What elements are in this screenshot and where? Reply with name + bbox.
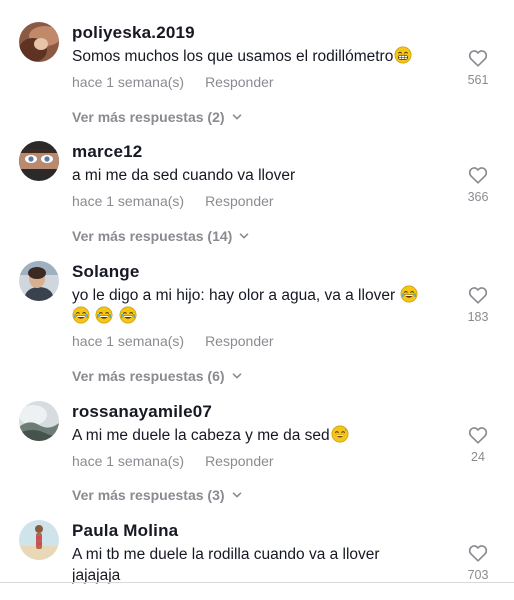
username[interactable]: rossanayamile07 — [72, 401, 212, 423]
comment-meta: hace 1 semana(s) Responder — [72, 452, 274, 470]
tears-of-joy-emoji — [72, 306, 90, 324]
like-count: 561 — [467, 73, 489, 87]
like-count: 24 — [471, 450, 485, 464]
like-button[interactable]: 366 — [464, 164, 492, 204]
comment-meta: hace 1 semana(s) Responder — [72, 192, 274, 210]
like-button[interactable]: 561 — [464, 47, 492, 87]
chevron-down-icon — [231, 489, 243, 501]
reply-button[interactable]: Responder — [205, 74, 274, 90]
reply-button[interactable]: Responder — [205, 333, 274, 349]
comment-meta: hace 1 semana(s) Responder — [72, 332, 274, 350]
like-count: 366 — [467, 190, 489, 204]
heart-icon — [467, 284, 489, 306]
view-more-replies-button[interactable]: Ver más respuestas (2) — [72, 108, 243, 126]
avatar[interactable] — [19, 520, 59, 560]
timestamp: hace 1 semana(s) — [72, 193, 185, 209]
comment-text: A mi tb me duele la rodilla cuando va a … — [72, 546, 380, 584]
comment-text: Somos muchos los que usamos el rodillóme… — [72, 46, 444, 67]
comment-text: yo le digo a mi hijo: hay olor a agua, v… — [72, 285, 444, 327]
heart-icon — [467, 47, 489, 69]
grin-emoji — [394, 46, 412, 64]
chevron-down-icon — [238, 230, 250, 242]
like-button[interactable]: 183 — [464, 284, 492, 324]
username[interactable]: Paula Molina — [72, 520, 178, 542]
avatar[interactable] — [19, 141, 59, 181]
tears-of-joy-emoji — [400, 285, 418, 303]
like-count: 183 — [467, 310, 489, 324]
sweat-smile-emoji — [331, 425, 349, 443]
timestamp: hace 1 semana(s) — [72, 453, 185, 469]
avatar[interactable] — [19, 261, 59, 301]
divider — [0, 582, 514, 583]
chevron-down-icon — [231, 370, 243, 382]
timestamp: hace 1 semana(s) — [72, 333, 185, 349]
heart-icon — [467, 424, 489, 446]
heart-icon — [467, 542, 489, 564]
username[interactable]: marce12 — [72, 141, 142, 163]
reply-button[interactable]: Responder — [205, 193, 274, 209]
like-button[interactable]: 703 — [464, 542, 492, 582]
like-button[interactable]: 24 — [464, 424, 492, 464]
view-more-replies-button[interactable]: Ver más respuestas (6) — [72, 367, 243, 385]
like-count: 703 — [467, 568, 489, 582]
comment-text: a mi me da sed cuando va llover — [72, 167, 296, 184]
chevron-down-icon — [231, 111, 243, 123]
heart-icon — [467, 164, 489, 186]
comment-meta: hace 1 semana(s) Responder — [72, 73, 274, 91]
reply-button[interactable]: Responder — [205, 453, 274, 469]
view-more-replies-button[interactable]: Ver más respuestas (14) — [72, 227, 250, 245]
view-more-replies-button[interactable]: Ver más respuestas (3) — [72, 486, 243, 504]
username[interactable]: poliyeska.2019 — [72, 22, 195, 44]
timestamp: hace 1 semana(s) — [72, 74, 185, 90]
tears-of-joy-emoji — [119, 306, 137, 324]
comment-text: A mi me duele la cabeza y me da sed — [72, 425, 444, 446]
tears-of-joy-emoji — [95, 306, 113, 324]
avatar[interactable] — [19, 401, 59, 441]
username[interactable]: Solange — [72, 261, 140, 283]
avatar[interactable] — [19, 22, 59, 62]
